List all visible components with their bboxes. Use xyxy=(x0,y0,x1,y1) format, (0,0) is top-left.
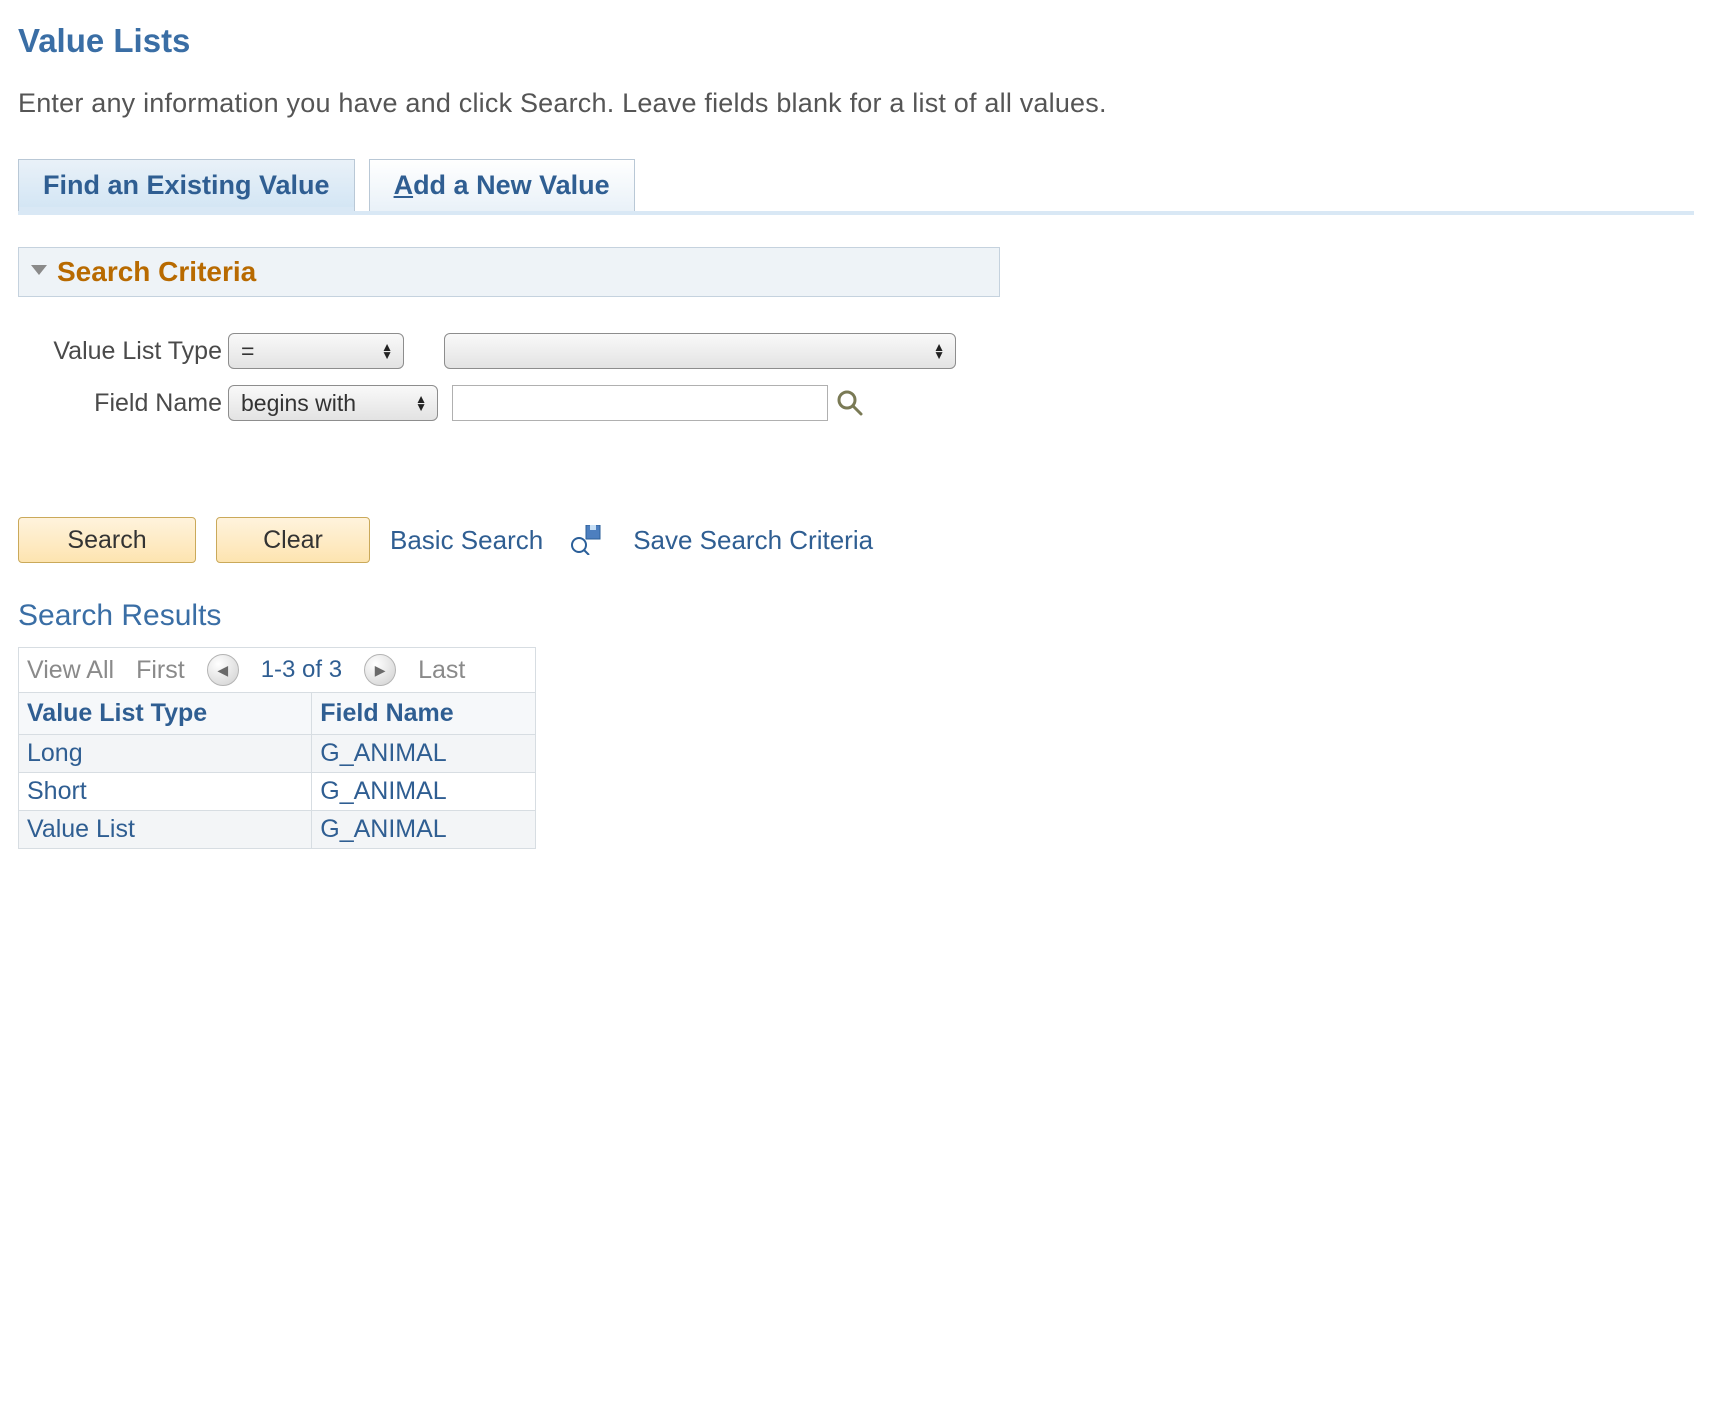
search-button[interactable]: Search xyxy=(18,517,196,563)
operator-select-field-name[interactable]: begins with ▲▼ xyxy=(228,385,438,421)
save-search-criteria-link[interactable]: Save Search Criteria xyxy=(633,525,873,556)
table-row: Long G_ANIMAL xyxy=(19,735,536,773)
tab-add-new[interactable]: Add a New Value xyxy=(369,159,635,211)
col-header-value-list-type[interactable]: Value List Type xyxy=(19,693,312,735)
tabs-row: Find an Existing Value Add a New Value xyxy=(18,159,1694,215)
cell-value-list-type[interactable]: Value List xyxy=(27,815,135,843)
search-criteria-header[interactable]: Search Criteria xyxy=(18,247,1000,297)
stepper-icon: ▲▼ xyxy=(381,343,393,359)
criteria-row-field-name: Field Name begins with ▲▼ xyxy=(20,385,1694,421)
results-pager: View All First ◀ 1-3 of 3 ▶ Last xyxy=(18,647,536,692)
table-row: Value List G_ANIMAL xyxy=(19,811,536,849)
operator-value: begins with xyxy=(241,390,356,417)
next-page-button[interactable]: ▶ xyxy=(364,654,396,686)
first-link[interactable]: First xyxy=(136,656,185,685)
last-link[interactable]: Last xyxy=(418,656,465,685)
prev-page-button[interactable]: ◀ xyxy=(207,654,239,686)
label-field-name: Field Name xyxy=(20,389,228,418)
stepper-icon: ▲▼ xyxy=(933,343,945,359)
results-table: Value List Type Field Name Long G_ANIMAL… xyxy=(18,692,536,849)
operator-value: = xyxy=(241,338,254,365)
cell-field-name[interactable]: G_ANIMAL xyxy=(320,739,446,767)
cell-field-name[interactable]: G_ANIMAL xyxy=(320,777,446,805)
label-value-list-type: Value List Type xyxy=(20,337,228,366)
tab-find-existing[interactable]: Find an Existing Value xyxy=(18,159,355,211)
table-row: Short G_ANIMAL xyxy=(19,773,536,811)
basic-search-link[interactable]: Basic Search xyxy=(390,525,543,556)
stepper-icon: ▲▼ xyxy=(415,395,427,411)
tab-find-label: Find an Existing Value xyxy=(43,170,330,200)
save-criteria-icon[interactable] xyxy=(569,525,603,555)
cell-value-list-type[interactable]: Short xyxy=(27,777,87,805)
search-criteria: Value List Type = ▲▼ ▲▼ Field Name begin… xyxy=(20,333,1694,421)
tab-add-mnemonic: A xyxy=(394,170,414,200)
field-name-input[interactable] xyxy=(452,385,828,421)
search-results-heading: Search Results xyxy=(18,599,1694,633)
col-header-field-name[interactable]: Field Name xyxy=(312,693,536,735)
value-select-value-list-type[interactable]: ▲▼ xyxy=(444,333,956,369)
operator-select-value-list-type[interactable]: = ▲▼ xyxy=(228,333,404,369)
search-criteria-title: Search Criteria xyxy=(57,256,256,288)
cell-field-name[interactable]: G_ANIMAL xyxy=(320,815,446,843)
lookup-icon[interactable] xyxy=(836,389,864,417)
tab-add-rest: dd a New Value xyxy=(413,170,610,200)
pager-count: 1-3 of 3 xyxy=(261,656,342,684)
criteria-row-value-list-type: Value List Type = ▲▼ ▲▼ xyxy=(20,333,1694,369)
page-help-text: Enter any information you have and click… xyxy=(18,88,1694,119)
cell-value-list-type[interactable]: Long xyxy=(27,739,83,767)
view-all-link[interactable]: View All xyxy=(27,656,114,685)
clear-button[interactable]: Clear xyxy=(216,517,370,563)
action-row: Search Clear Basic Search Save Search Cr… xyxy=(18,517,1694,563)
collapse-icon xyxy=(29,263,49,282)
page-title: Value Lists xyxy=(18,22,1694,60)
